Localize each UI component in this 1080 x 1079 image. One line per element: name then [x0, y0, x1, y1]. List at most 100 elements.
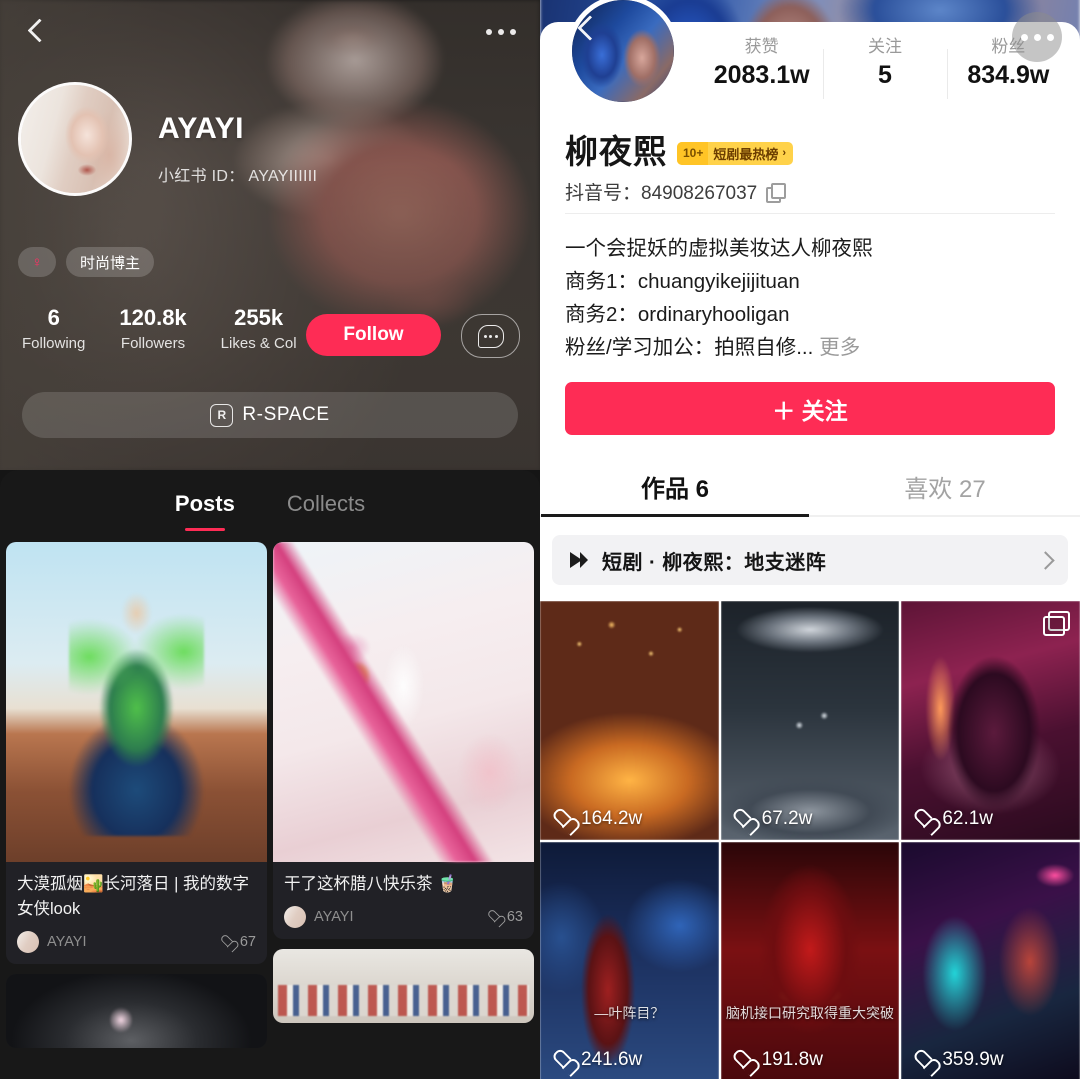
- like-value: 164.2w: [581, 808, 642, 830]
- xiaohongshu-profile-panel: AYAYI 小红书 ID： AYAYIIIIII ♀ 时尚博主 6 Follow…: [0, 0, 540, 1079]
- profile-tags: ♀ 时尚博主: [18, 247, 154, 277]
- tab-likes[interactable]: 喜欢 27: [810, 455, 1080, 517]
- copy-icon[interactable]: [766, 183, 783, 200]
- bio-line: 商务1：chuangyikejijituan: [565, 265, 1060, 298]
- tab-posts[interactable]: Posts: [175, 491, 235, 521]
- like-value: 191.8w: [762, 1049, 823, 1071]
- stat-likes-received[interactable]: 获赞 2083.1w: [700, 35, 823, 91]
- back-chevron-icon[interactable]: [573, 14, 603, 44]
- avatar[interactable]: [18, 82, 132, 196]
- post-caption: 干了这杯腊八快乐茶 🧋: [273, 862, 534, 897]
- like-value: 241.6w: [581, 1049, 642, 1071]
- chat-bubble-icon: [478, 325, 504, 348]
- video-cell[interactable]: 164.2w: [540, 601, 719, 840]
- post-card[interactable]: 大漠孤烟🏜️长河落日 | 我的数字女侠look AYAYI 67: [6, 542, 267, 964]
- post-meta: AYAYI 63: [273, 897, 534, 939]
- rspace-button[interactable]: R R-SPACE: [22, 392, 518, 438]
- video-subtitle: 脑机接口研究取得重大突破: [721, 1003, 900, 1023]
- stat-value: 120.8k: [119, 305, 186, 331]
- video-thumbnail: [901, 601, 1080, 840]
- follow-button[interactable]: ＋ 关注: [565, 382, 1055, 435]
- like-value: 62.1w: [942, 808, 993, 830]
- banner-title: 短剧 · 柳夜熙：地支迷阵: [602, 546, 1027, 575]
- post-caption: 大漠孤烟🏜️长河落日 | 我的数字女侠look: [6, 862, 267, 922]
- stat-value: 2083.1w: [714, 60, 810, 91]
- video-cell[interactable]: —叶阵目？ 241.6w: [540, 842, 719, 1079]
- like-value: 67: [240, 934, 256, 950]
- videos-grid: 164.2w 67.2w 62.1w —叶阵目？: [540, 601, 1080, 1079]
- post-thumbnail: [273, 542, 534, 862]
- stat-label: 关注: [868, 35, 902, 59]
- post-author-avatar: [17, 931, 39, 953]
- bio-line: 商务2：ordinaryhooligan: [565, 298, 1060, 331]
- tab-works[interactable]: 作品 6: [540, 455, 810, 517]
- video-like-count: 191.8w: [733, 1049, 823, 1071]
- stat-value: 6: [48, 305, 60, 331]
- posts-column-left: 大漠孤烟🏜️长河落日 | 我的数字女侠look AYAYI 67: [6, 542, 267, 1048]
- bio-block[interactable]: 一个会捉妖的虚拟美妆达人柳夜熙 商务1：chuangyikejijituan 商…: [565, 232, 1060, 364]
- post-author-name: AYAYI: [314, 909, 480, 925]
- stat-following[interactable]: 6 Following: [22, 305, 85, 355]
- post-meta: AYAYI 67: [6, 922, 267, 964]
- stat-label: Followers: [121, 333, 185, 355]
- stat-value: 834.9w: [967, 60, 1049, 91]
- post-like-count[interactable]: 67: [221, 934, 256, 950]
- dual-profile-comparison: AYAYI 小红书 ID： AYAYIIIIII ♀ 时尚博主 6 Follow…: [0, 0, 1080, 1079]
- stat-value: 5: [878, 60, 892, 91]
- tab-collects[interactable]: Collects: [287, 491, 365, 521]
- left-content-sheet: Posts Collects 大漠孤烟🏜️长河落日 | 我的数字女侠look A…: [0, 470, 540, 1079]
- stat-following[interactable]: 关注 5: [823, 35, 946, 91]
- more-dots-icon[interactable]: [1012, 12, 1062, 62]
- video-cell[interactable]: 62.1w: [901, 601, 1080, 840]
- video-cell[interactable]: 67.2w: [721, 601, 900, 840]
- rank-badge[interactable]: 10+ 短剧最热榜 ›: [677, 142, 793, 165]
- left-tabs: Posts Collects: [0, 470, 540, 542]
- post-thumbnail: [273, 949, 534, 1023]
- bio-more-link[interactable]: 更多: [819, 336, 860, 359]
- post-thumbnail: [6, 974, 267, 1048]
- left-topbar: [0, 0, 540, 64]
- stat-value: 255k: [234, 305, 283, 331]
- post-thumbnail: [6, 542, 267, 862]
- bio-line: 一个会捉妖的虚拟美妆达人柳夜熙: [565, 232, 1060, 265]
- profile-id: 小红书 ID： AYAYIIIIII: [158, 162, 317, 186]
- video-cell[interactable]: 359.9w: [901, 842, 1080, 1079]
- post-card[interactable]: [6, 974, 267, 1048]
- video-thumbnail: [540, 842, 719, 1079]
- heart-icon: [488, 910, 502, 924]
- right-tabs: 作品 6 喜欢 27: [540, 455, 1080, 517]
- stat-followers[interactable]: 120.8k Followers: [119, 305, 186, 355]
- multi-image-icon: [1044, 611, 1070, 635]
- right-id-row: 抖音号：84908267037: [565, 178, 783, 205]
- follow-button[interactable]: Follow: [306, 314, 441, 356]
- douyin-profile-panel: 获赞 2083.1w 关注 5 粉丝 834.9w 柳夜熙 10+ 短剧最热榜 …: [540, 0, 1080, 1079]
- video-cell[interactable]: 脑机接口研究取得重大突破 191.8w: [721, 842, 900, 1079]
- rank-badge-text: 短剧最热榜: [713, 144, 778, 163]
- drama-series-banner[interactable]: 短剧 · 柳夜熙：地支迷阵: [552, 535, 1068, 585]
- video-thumbnail: [721, 601, 900, 840]
- heart-icon: [552, 1051, 573, 1070]
- post-like-count[interactable]: 63: [488, 909, 523, 925]
- chevron-right-icon: ›: [782, 147, 786, 159]
- post-card[interactable]: [273, 949, 534, 1023]
- video-thumbnail: [901, 842, 1080, 1079]
- video-thumbnail: [540, 601, 719, 840]
- video-like-count: 67.2w: [733, 808, 813, 830]
- message-button[interactable]: [461, 314, 520, 358]
- stat-likes-collects[interactable]: 255k Likes & Col: [221, 305, 297, 355]
- post-card[interactable]: 干了这杯腊八快乐茶 🧋 AYAYI 63: [273, 542, 534, 939]
- right-name-row: 柳夜熙 10+ 短剧最热榜 ›: [565, 125, 793, 173]
- heart-icon: [913, 810, 934, 829]
- rank-badge-label: 短剧最热榜 ›: [708, 142, 793, 165]
- female-icon: ♀: [31, 255, 42, 270]
- stat-label: Following: [22, 333, 85, 355]
- stat-label: Likes & Col: [221, 333, 297, 355]
- post-author-avatar: [284, 906, 306, 928]
- video-subtitle: —叶阵目？: [540, 1003, 719, 1023]
- crown-rank-icon: 10+: [677, 142, 708, 165]
- profile-tag[interactable]: 时尚博主: [66, 247, 154, 277]
- play-icon: [568, 549, 590, 571]
- back-chevron-icon[interactable]: [24, 19, 50, 45]
- profile-id: 抖音号：84908267037: [565, 178, 757, 205]
- more-dots-icon[interactable]: [486, 29, 516, 35]
